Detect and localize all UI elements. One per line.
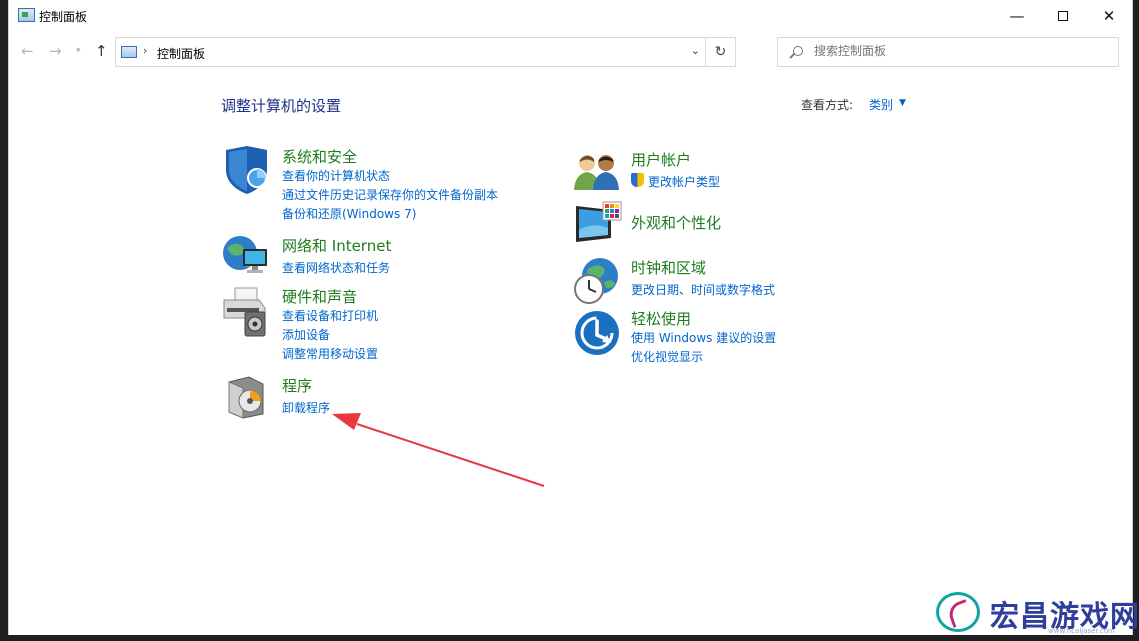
watermark-url: www.hcaijaser.com: [1048, 627, 1115, 635]
annotation-arrow: [332, 413, 545, 487]
watermark: 宏昌游戏网 www.hcaijaser.com: [936, 589, 1139, 637]
watermark-logo-icon: [936, 592, 980, 632]
control-panel-window: 控制面板 — ✕ ← → ▾ ↑ › 控制面板 ⌄ ↻ 调整计算机的设置 查看方…: [8, 0, 1133, 635]
